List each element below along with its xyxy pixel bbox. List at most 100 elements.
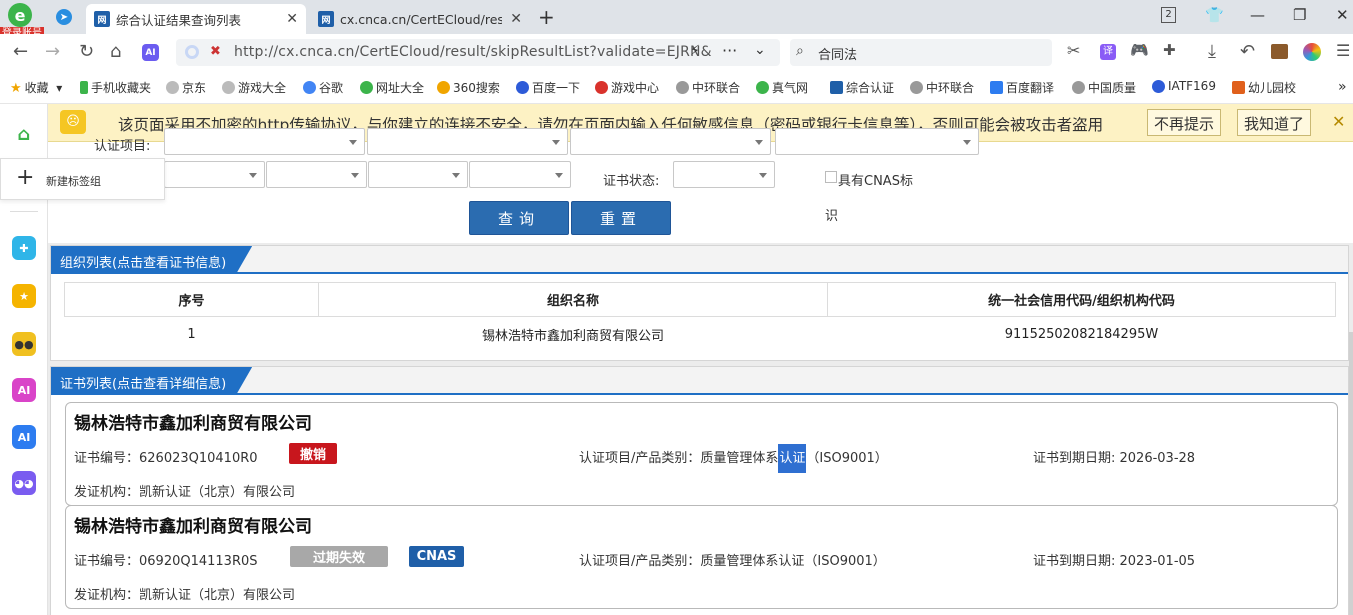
extensions-icon[interactable]: ✚ — [1163, 41, 1176, 59]
cert-project-select-3[interactable] — [570, 128, 771, 155]
ai-assistant-icon[interactable]: AI — [12, 425, 36, 449]
chevron-down-icon[interactable]: ⌄ — [754, 42, 766, 58]
tab-label: 综合认证结果查询列表 — [116, 12, 242, 28]
bookmark-item[interactable]: 中环联合 — [676, 79, 746, 96]
cnas-label-cont: 识 — [825, 209, 839, 224]
globe-icon — [676, 81, 689, 94]
row-org-name[interactable]: 锡林浩特市鑫加利商贸有限公司 — [319, 317, 828, 352]
minimize-icon[interactable]: — — [1250, 6, 1265, 24]
close-icon[interactable]: ✕ — [510, 11, 522, 27]
bot-app-icon[interactable]: ◕◕ — [12, 471, 36, 495]
home-icon[interactable]: ⌂ — [12, 122, 36, 146]
flash-icon[interactable]: ⚡ — [690, 43, 700, 59]
back-icon[interactable]: ← — [13, 41, 28, 62]
cert-status-select[interactable] — [673, 161, 775, 188]
telegram-icon[interactable]: ➤ — [56, 9, 72, 25]
home-icon[interactable]: ⌂ — [110, 41, 121, 62]
bookmark-item[interactable]: 中国质量 — [1072, 79, 1142, 96]
cnas-checkbox[interactable] — [825, 171, 837, 183]
plus-app-icon[interactable]: ✚ — [12, 236, 36, 260]
col-org-name: 组织名称 — [318, 282, 828, 317]
org-list-title: 组织列表(点击查看证书信息) — [51, 246, 253, 274]
globe-icon — [910, 81, 923, 94]
region-select-1[interactable] — [164, 161, 265, 188]
forward-icon[interactable]: → — [45, 41, 60, 62]
search-icon: ⌕ — [796, 43, 804, 59]
url-text: http://cx.cnca.cn/CertECloud/result/skip… — [234, 44, 712, 60]
menu-icon[interactable]: ☰ — [1336, 41, 1350, 60]
new-tab-group-popup[interactable]: + 新建标签组 — [0, 158, 165, 200]
bookmark-item[interactable]: 谷歌 — [303, 79, 343, 96]
browser-logo-icon[interactable]: e — [8, 3, 32, 27]
translate-icon[interactable]: 译 — [1100, 44, 1116, 60]
bookmark-item[interactable]: 中环联合 — [910, 79, 980, 96]
bookmark-item[interactable]: 网址大全 — [360, 79, 424, 96]
avatar-icon[interactable] — [1303, 43, 1321, 61]
ai-app-icon[interactable]: AI — [12, 378, 36, 402]
download-icon[interactable]: ⤓ — [1208, 41, 1216, 62]
bookmark-item[interactable]: 游戏中心 — [595, 79, 659, 96]
divider — [10, 211, 38, 212]
game-icon[interactable]: 🎮 — [1130, 41, 1149, 59]
briefcase-icon[interactable] — [1271, 44, 1288, 59]
bookmark-item[interactable]: IATF169 — [1152, 79, 1222, 93]
paw-icon — [1152, 79, 1165, 93]
globe-icon — [166, 81, 179, 94]
undo-icon[interactable]: ↶ — [1240, 41, 1255, 62]
bookmark-item[interactable]: 手机收藏夹 — [80, 79, 151, 96]
cert-list-panel: 证书列表(点击查看详细信息) 锡林浩特市鑫加利商贸有限公司 证书编号：62602… — [50, 366, 1349, 615]
chat-app-icon[interactable]: ●● — [12, 332, 36, 356]
address-bar[interactable]: ✖ http://cx.cnca.cn/CertECloud/result/sk… — [176, 39, 780, 66]
close-icon[interactable]: ✕ — [286, 11, 298, 27]
google-icon — [303, 81, 316, 94]
region-select-4[interactable] — [469, 161, 571, 188]
tab-cert-query[interactable]: 网 综合认证结果查询列表 ✕ — [86, 4, 306, 34]
scrollbar[interactable] — [1349, 332, 1353, 615]
expiry-date: 证书到期日期: 2023-01-05 — [1033, 554, 1196, 569]
tab-count-badge[interactable]: 2 — [1161, 7, 1176, 23]
bookmark-item[interactable]: 京东 — [166, 79, 206, 96]
reset-button[interactable]: 重置 — [571, 201, 671, 235]
new-tab-icon[interactable]: + — [538, 5, 555, 29]
search-box[interactable]: ⌕ 合同法 — [790, 39, 1052, 66]
cert-project-select-2[interactable] — [367, 128, 568, 155]
table-row[interactable]: 1 锡林浩特市鑫加利商贸有限公司 9115250208218429​5W — [65, 317, 1336, 352]
bookmark-item[interactable]: 360搜索 — [437, 79, 500, 96]
star-app-icon[interactable]: ★ — [12, 284, 36, 308]
region-select-3[interactable] — [368, 161, 468, 188]
close-window-icon[interactable]: ✕ — [1336, 6, 1349, 24]
shirt-icon[interactable]: 👕 — [1205, 6, 1224, 24]
search-input[interactable]: 合同法 — [818, 44, 857, 63]
cert-project-select[interactable] — [164, 128, 365, 155]
region-select-2[interactable] — [266, 161, 367, 188]
cert-project-select-4[interactable] — [775, 128, 979, 155]
more-icon[interactable]: ··· — [722, 41, 737, 60]
expiry-date: 证书到期日期: 2026-03-28 — [1033, 451, 1196, 466]
bookmark-item[interactable]: 幼儿园校 — [1232, 79, 1302, 96]
cert-card[interactable]: 锡林浩特市鑫加利商贸有限公司 证书编号：06920Q14113R0S 过期失效 … — [65, 505, 1338, 609]
bookmark-item[interactable]: 百度翻译 — [990, 79, 1062, 96]
bookmark-item[interactable]: 真气网 — [756, 79, 816, 96]
bookmark-item[interactable]: 综合认证 — [830, 79, 900, 96]
taobao-icon — [1232, 81, 1245, 94]
cert-number: 证书编号：626023Q10410R0 — [74, 451, 258, 466]
no-remind-button[interactable]: 不再提示 — [1147, 109, 1222, 136]
query-button[interactable]: 查询 — [469, 201, 569, 235]
restore-icon[interactable]: ❐ — [1293, 6, 1306, 24]
bookmark-item[interactable]: 游戏大全 — [222, 79, 286, 96]
bookmark-item[interactable]: ★ 收藏 ▾ — [10, 79, 62, 97]
speed-icon — [185, 45, 199, 59]
tab-cnca-result[interactable]: 网 cx.cnca.cn/CertECloud/resul ✕ — [310, 4, 530, 34]
cert-list-title: 证书列表(点击查看详细信息) — [51, 367, 253, 395]
insecure-icon[interactable]: ✖ — [210, 44, 221, 59]
cert-status-label: 证书状态: — [603, 174, 660, 189]
bookmark-item[interactable]: 百度一下 — [516, 79, 580, 96]
ai-icon[interactable]: AI — [142, 44, 159, 61]
refresh-icon[interactable]: ↻ — [79, 41, 94, 62]
cert-card[interactable]: 锡林浩特市鑫加利商贸有限公司 证书编号：626023Q10410R0 撤销 认证… — [65, 402, 1338, 506]
got-it-button[interactable]: 我知道了 — [1237, 109, 1312, 136]
close-icon[interactable]: ✕ — [1332, 112, 1345, 131]
more-bookmarks-icon[interactable]: » — [1338, 79, 1347, 95]
game-center-icon — [595, 81, 608, 94]
scissors-icon[interactable]: ✂ — [1067, 41, 1080, 60]
